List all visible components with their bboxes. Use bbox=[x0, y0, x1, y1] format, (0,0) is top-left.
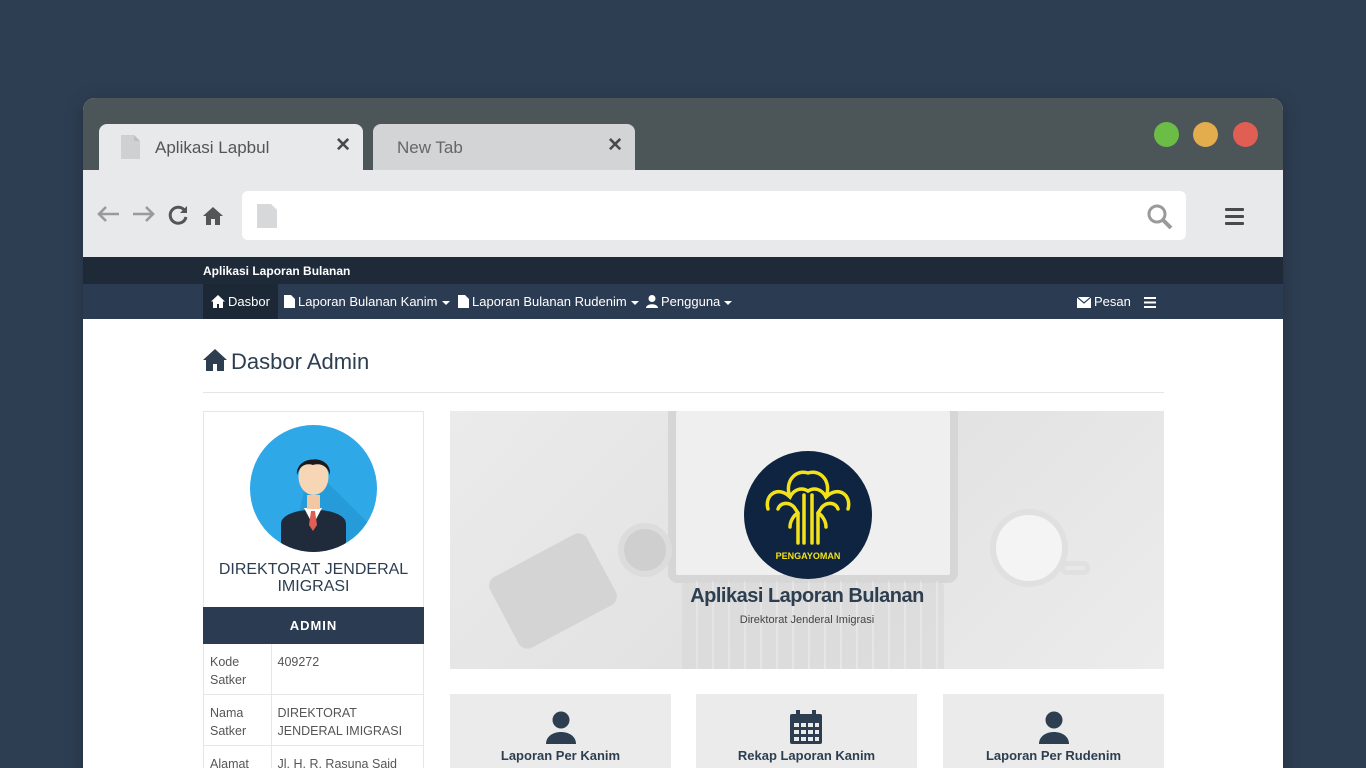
info-key: Kode Satker bbox=[204, 644, 272, 695]
pengayoman-logo: PENGAYOMAN bbox=[744, 451, 872, 579]
minimize-button[interactable] bbox=[1193, 122, 1218, 147]
caret-down-icon bbox=[441, 300, 450, 305]
search-icon[interactable] bbox=[1146, 203, 1174, 231]
home-icon bbox=[211, 295, 225, 308]
tab-aplikasi-lapbul[interactable]: Aplikasi Lapbul ✕ bbox=[99, 124, 363, 170]
nav-laporan-kanim[interactable]: Laporan Bulanan Kanim bbox=[284, 284, 450, 319]
tab-title: Aplikasi Lapbul bbox=[155, 138, 270, 157]
nav-pesan[interactable]: Pesan bbox=[1076, 284, 1131, 319]
forward-arrow-icon[interactable] bbox=[131, 204, 157, 229]
page-title: Dasbor Admin bbox=[203, 349, 369, 375]
nav-label: Pengguna bbox=[661, 294, 721, 309]
document-icon bbox=[284, 295, 295, 308]
hamburger-icon bbox=[1144, 297, 1156, 308]
hero-banner: PENGAYOMAN Aplikasi Laporan Bulanan Dire… bbox=[450, 411, 1164, 669]
caret-down-icon bbox=[724, 300, 733, 305]
tab-strip: Aplikasi Lapbul ✕ New Tab ✕ bbox=[83, 98, 1283, 170]
page-icon bbox=[121, 135, 140, 159]
site-navbar: Dasbor Laporan Bulanan Kanim Laporan Bul… bbox=[83, 284, 1283, 319]
home-icon[interactable] bbox=[202, 206, 224, 231]
tab-new-tab[interactable]: New Tab ✕ bbox=[373, 124, 635, 170]
card-label: Laporan Per Rudenim bbox=[985, 748, 1122, 763]
table-row: Nama Satker DIREKTORAT JENDERAL IMIGRASI bbox=[204, 694, 423, 746]
nav-label: Dasbor bbox=[228, 294, 270, 309]
cup-photo bbox=[990, 509, 1068, 587]
nav-dasbor[interactable]: Dasbor bbox=[203, 284, 278, 319]
tab-title: New Tab bbox=[397, 138, 463, 157]
reload-icon[interactable] bbox=[167, 204, 189, 231]
card-label: Rekap Laporan Kanim bbox=[737, 748, 876, 763]
profile-name: DIREKTORAT JENDERAL IMIGRASI bbox=[218, 561, 409, 595]
info-value: DIREKTORAT JENDERAL IMIGRASI bbox=[271, 694, 423, 746]
nav-label: Pesan bbox=[1094, 294, 1131, 309]
main-content: Dasbor Admin DIREKTORAT JENDERAL IMIGRAS… bbox=[83, 319, 1283, 768]
user-icon bbox=[546, 711, 576, 744]
divider bbox=[203, 392, 1164, 393]
document-icon bbox=[458, 295, 469, 308]
site-brand[interactable]: Aplikasi Laporan Bulanan bbox=[203, 264, 350, 278]
close-icon[interactable]: ✕ bbox=[335, 136, 351, 156]
nav-pengguna[interactable]: Pengguna bbox=[646, 284, 733, 319]
profile-info-table: Kode Satker 409272 Nama Satker DIREKTORA… bbox=[204, 644, 423, 768]
calendar-icon bbox=[790, 710, 822, 744]
browser-toolbar bbox=[83, 170, 1283, 257]
nav-laporan-rudenim[interactable]: Laporan Bulanan Rudenim bbox=[458, 284, 639, 319]
page-title-text: Dasbor Admin bbox=[231, 349, 370, 374]
info-key: Nama Satker bbox=[204, 694, 272, 746]
user-icon bbox=[646, 295, 658, 308]
nav-menu-toggle[interactable] bbox=[1144, 284, 1159, 319]
profile-card: DIREKTORAT JENDERAL IMIGRASI ADMIN Kode … bbox=[203, 411, 424, 768]
avatar bbox=[250, 425, 377, 552]
table-row: Kode Satker 409272 bbox=[204, 644, 423, 695]
user-icon bbox=[1039, 711, 1069, 744]
maximize-button[interactable] bbox=[1154, 122, 1179, 147]
address-bar[interactable] bbox=[242, 191, 1186, 240]
card-label: Laporan Per Kanim bbox=[500, 748, 621, 763]
nav-label: Laporan Bulanan Rudenim bbox=[472, 294, 627, 309]
back-arrow-icon[interactable] bbox=[95, 204, 121, 229]
caret-down-icon bbox=[630, 300, 639, 305]
role-badge: ADMIN bbox=[203, 607, 424, 644]
info-value: 409272 bbox=[271, 644, 423, 695]
info-key: Alamat bbox=[204, 745, 272, 768]
site-header: Aplikasi Laporan Bulanan bbox=[83, 257, 1283, 284]
card-laporan-per-rudenim[interactable]: Laporan Per Rudenim bbox=[943, 694, 1164, 768]
logo-text: PENGAYOMAN bbox=[776, 551, 841, 561]
close-icon[interactable]: ✕ bbox=[607, 136, 623, 156]
cup-handle-photo bbox=[1060, 561, 1090, 575]
close-window-button[interactable] bbox=[1233, 122, 1258, 147]
page-icon bbox=[257, 204, 277, 228]
envelope-icon bbox=[1076, 296, 1092, 308]
card-rekap-laporan-kanim[interactable]: Rekap Laporan Kanim bbox=[696, 694, 917, 768]
info-value: Jl. H. R. Rasuna Said Kav. bbox=[271, 745, 423, 768]
table-row: Alamat Jl. H. R. Rasuna Said Kav. bbox=[204, 745, 423, 768]
card-laporan-per-kanim[interactable]: Laporan Per Kanim bbox=[450, 694, 671, 768]
lens-photo bbox=[618, 523, 672, 577]
home-icon bbox=[203, 349, 227, 371]
banner-subtitle: Direktorat Jenderal Imigrasi bbox=[739, 614, 875, 626]
browser-window: Aplikasi Lapbul ✕ New Tab ✕ Aplikasi Lap… bbox=[83, 98, 1283, 768]
banner-title: Aplikasi Laporan Bulanan bbox=[690, 585, 924, 607]
nav-label: Laporan Bulanan Kanim bbox=[298, 294, 438, 309]
browser-menu-icon[interactable] bbox=[1225, 208, 1244, 229]
